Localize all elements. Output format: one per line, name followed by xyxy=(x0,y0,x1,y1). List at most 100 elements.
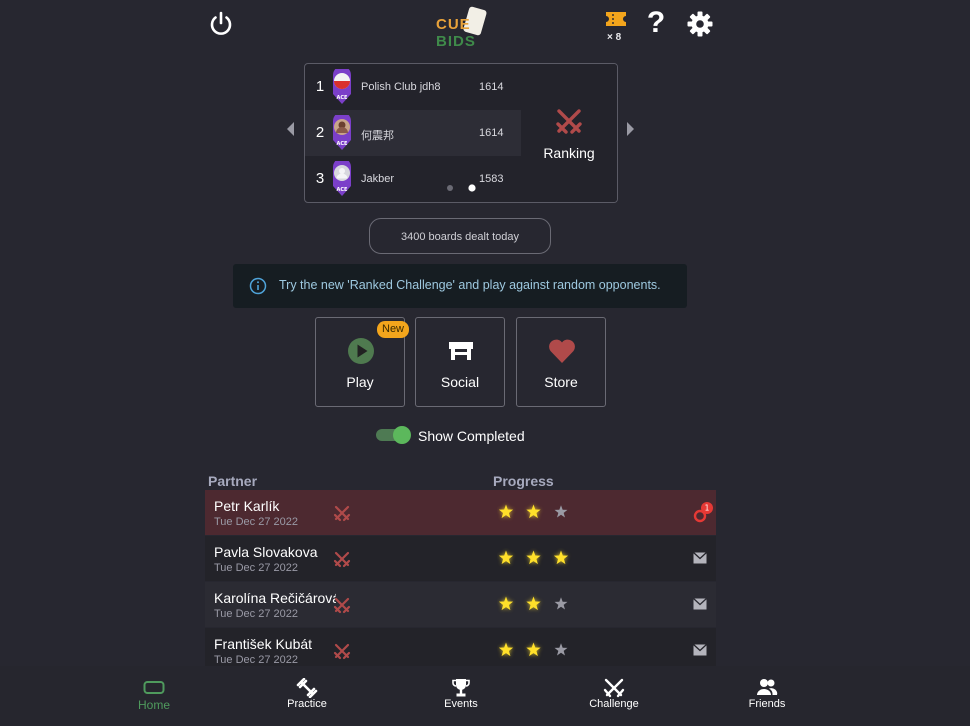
progress-stars xyxy=(498,642,568,657)
badge-text: ACE xyxy=(337,95,349,101)
table-row[interactable]: Pavla Slovakova Tue Dec 27 2022 xyxy=(205,536,716,581)
alert-count: 1 xyxy=(705,504,710,513)
ticket-icon xyxy=(606,12,626,26)
bottom-nav: Home Practice Events Challenge Friends xyxy=(0,666,970,726)
crossed-swords-icon xyxy=(556,109,582,134)
carousel-prev-button[interactable] xyxy=(285,120,297,138)
carousel-dot xyxy=(447,185,453,191)
ranking-row[interactable]: 1 ACE Polish Club jdh8 1614 xyxy=(305,64,521,110)
nav-challenge[interactable]: Challenge xyxy=(559,666,669,726)
rank-player-name: Polish Club jdh8 xyxy=(361,81,441,93)
star-filled-icon xyxy=(526,642,541,657)
rank-number: 1 xyxy=(315,78,325,95)
friends-icon xyxy=(757,679,778,695)
ranking-row[interactable]: 3 ACE Jakber 1583 xyxy=(305,156,521,202)
crossed-swords-icon xyxy=(333,597,351,614)
carousel-dot-active xyxy=(468,184,476,192)
show-completed-label: Show Completed xyxy=(418,428,525,444)
boards-dealt-pill: 3400 boards dealt today xyxy=(369,218,551,254)
bell-alert-icon: 1 xyxy=(693,502,713,523)
nav-friends-label: Friends xyxy=(748,698,786,710)
badge-text: ACE xyxy=(337,187,349,193)
play-tile[interactable]: New Play xyxy=(315,317,410,407)
progress-stars xyxy=(498,596,568,611)
nav-challenge-label: Challenge xyxy=(589,698,639,710)
nav-friends[interactable]: Friends xyxy=(712,666,822,726)
star-filled-icon xyxy=(498,642,514,657)
rank-score: 1583 xyxy=(479,173,504,185)
play-label: Play xyxy=(346,374,374,390)
nav-home-label: Home xyxy=(137,698,170,712)
settings-button[interactable] xyxy=(686,10,714,38)
ace-badge-icon: ACE xyxy=(333,69,351,104)
social-label: Social xyxy=(440,374,480,390)
partner-name: Karolína Rečičárová xyxy=(214,590,336,606)
partner-column-header: Partner xyxy=(208,473,258,489)
trophy-icon xyxy=(452,679,470,697)
show-completed-toggle[interactable] xyxy=(376,426,411,444)
star-filled-icon xyxy=(498,596,514,611)
ace-badge-icon: ACE xyxy=(333,115,351,150)
nav-home[interactable]: Home xyxy=(99,666,209,726)
power-button[interactable] xyxy=(207,10,235,38)
star-filled-icon xyxy=(498,504,514,519)
ranking-button[interactable]: Ranking xyxy=(521,64,617,202)
star-filled-icon xyxy=(526,550,541,565)
ranking-card[interactable]: 1 ACE Polish Club jdh8 1614 2 ACE 何震邦 16… xyxy=(304,63,618,203)
partner-name: Pavla Slovakova xyxy=(214,544,318,560)
table-row[interactable]: Petr Karlík Tue Dec 27 2022 1 xyxy=(205,490,716,535)
rank-number: 2 xyxy=(315,124,325,141)
progress-stars xyxy=(498,504,568,519)
crossed-swords-icon xyxy=(333,505,351,522)
new-badge: New xyxy=(377,321,410,338)
envelope-icon[interactable] xyxy=(693,552,707,564)
chevron-right-icon xyxy=(627,122,634,136)
progress-stars xyxy=(498,550,569,565)
rank-player-name: 何震邦 xyxy=(361,130,394,142)
nav-practice[interactable]: Practice xyxy=(252,666,362,726)
ranking-label: Ranking xyxy=(543,145,595,161)
heart-icon xyxy=(549,339,575,363)
nav-events-label: Events xyxy=(444,698,478,710)
star-empty-icon xyxy=(554,643,568,656)
partner-name: František Kubát xyxy=(214,636,313,652)
play-icon xyxy=(348,338,374,364)
star-filled-icon xyxy=(526,596,541,611)
logo-text-top: CUE xyxy=(436,16,471,33)
ranking-row[interactable]: 2 ACE 何震邦 1614 xyxy=(305,110,521,156)
cuebids-logo: CUE BIDS xyxy=(432,6,492,52)
store-tile[interactable]: Store xyxy=(516,317,606,407)
rank-player-name: Jakber xyxy=(361,173,395,185)
help-button[interactable]: ? xyxy=(644,6,668,40)
info-icon xyxy=(249,277,267,295)
session-date: Tue Dec 27 2022 xyxy=(214,654,298,666)
badge-text: ACE xyxy=(337,141,349,147)
star-filled-icon xyxy=(498,550,514,565)
crossed-swords-icon xyxy=(603,678,625,698)
toggle-knob xyxy=(393,426,411,444)
social-tile[interactable]: Social xyxy=(415,317,505,407)
carousel-next-button[interactable] xyxy=(624,120,636,138)
ace-badge-icon: ACE xyxy=(333,161,351,196)
home-icon xyxy=(143,681,165,694)
logo-text-bottom: BIDS xyxy=(436,33,476,50)
carousel-dots xyxy=(445,183,481,193)
session-date: Tue Dec 27 2022 xyxy=(214,516,298,528)
rank-score: 1614 xyxy=(479,81,504,93)
nav-events[interactable]: Events xyxy=(406,666,516,726)
star-filled-icon xyxy=(526,504,541,519)
power-icon xyxy=(210,11,232,35)
star-empty-icon xyxy=(554,505,568,518)
star-empty-icon xyxy=(554,597,568,610)
nav-practice-label: Practice xyxy=(287,698,327,710)
alert-indicator[interactable]: 1 xyxy=(693,501,715,523)
rank-score: 1614 xyxy=(479,127,504,139)
table-row[interactable]: Karolína Rečičárová Tue Dec 27 2022 xyxy=(205,582,716,627)
tickets-button[interactable]: × 8 xyxy=(603,10,629,44)
partner-name: Petr Karlík xyxy=(214,498,280,514)
envelope-icon[interactable] xyxy=(693,644,707,656)
envelope-icon[interactable] xyxy=(693,598,707,610)
progress-column-header: Progress xyxy=(493,473,554,489)
store-label: Store xyxy=(544,374,578,390)
crossed-swords-icon xyxy=(333,551,351,568)
